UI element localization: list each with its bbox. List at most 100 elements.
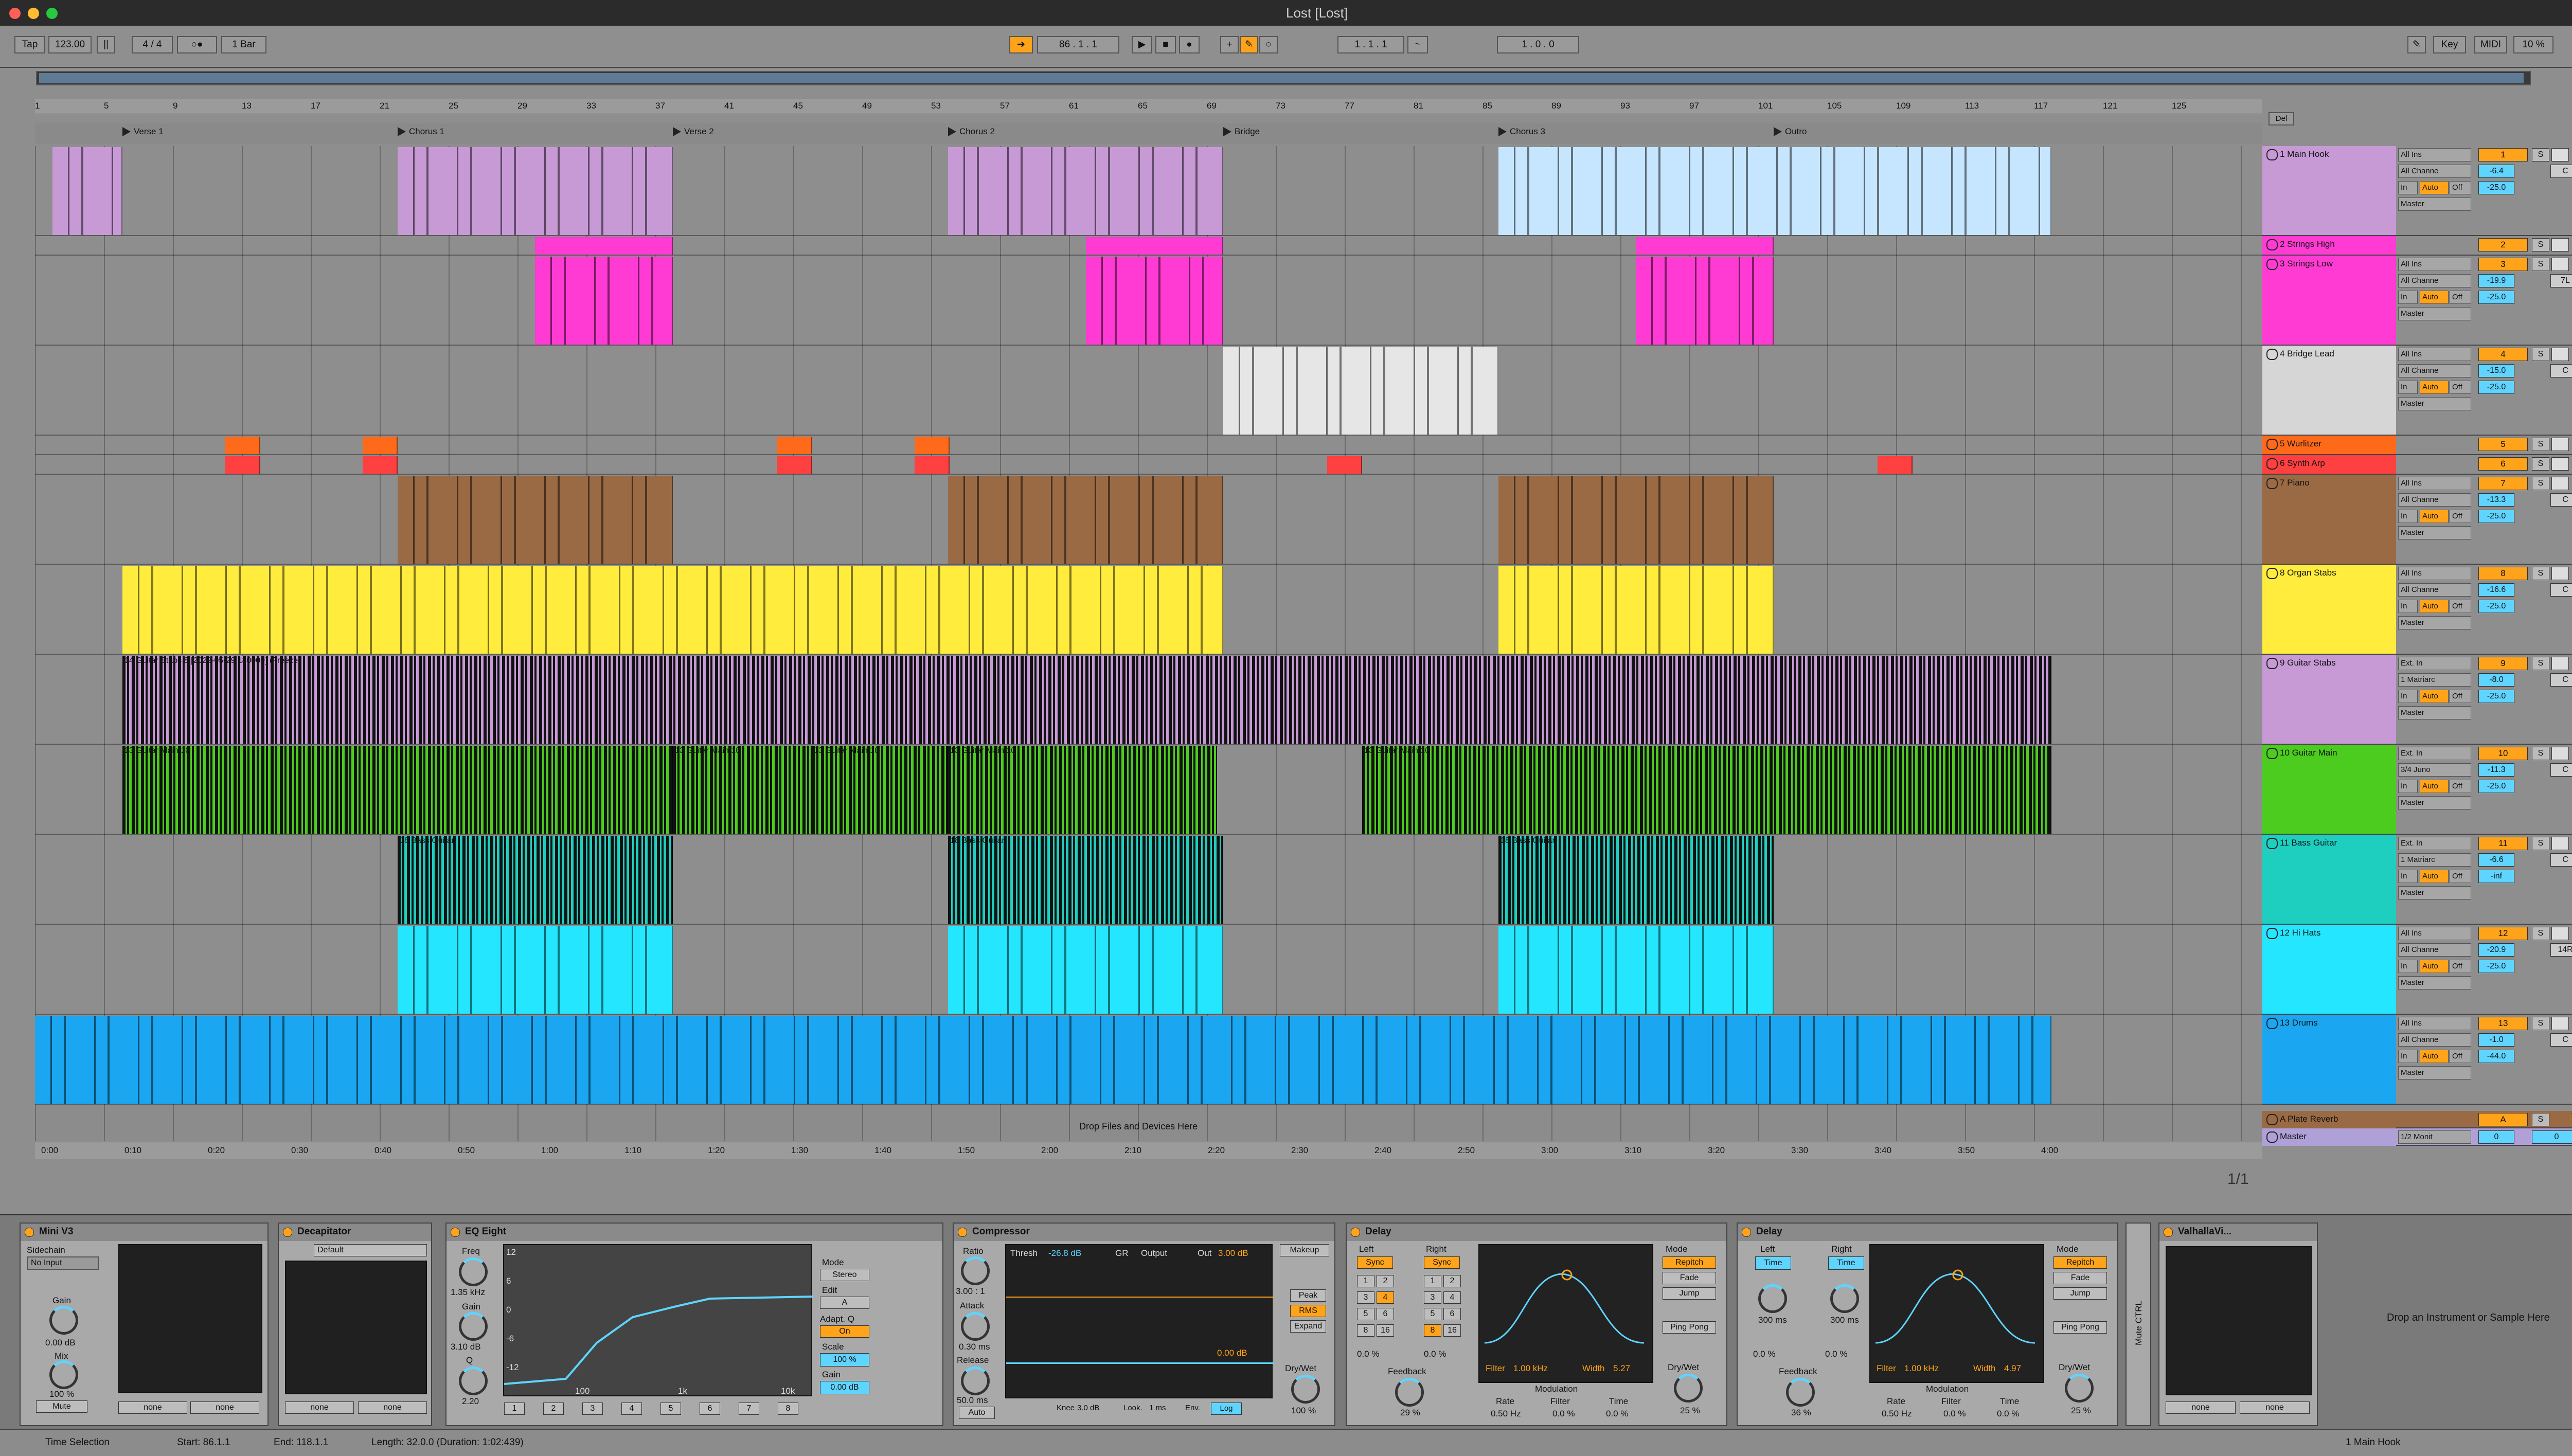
- track-pan[interactable]: C: [2550, 165, 2572, 178]
- nudge-icon[interactable]: ||: [97, 36, 115, 53]
- song-position[interactable]: 86 . 1 . 1: [1037, 36, 1119, 53]
- track-name[interactable]: 10 Guitar Main: [2262, 745, 2396, 834]
- input-channel-select[interactable]: 3/4 Juno: [2398, 763, 2471, 777]
- clip[interactable]: 13 Guitar Main 10: [812, 746, 948, 834]
- send-a-value[interactable]: -44.0: [2478, 1050, 2514, 1063]
- monitor-in[interactable]: In: [2398, 181, 2418, 194]
- output-value[interactable]: 3.00 dB: [1218, 1248, 1248, 1259]
- input-type-select[interactable]: All Ins: [2398, 1017, 2471, 1030]
- input-type-select[interactable]: Ext. In: [2398, 747, 2471, 760]
- tap-button[interactable]: Tap: [14, 36, 45, 53]
- overdub-icon[interactable]: +: [1220, 36, 1239, 53]
- solo-button[interactable]: S: [2532, 1113, 2549, 1126]
- clip[interactable]: [1327, 456, 1362, 474]
- loop-start[interactable]: 1 . 1 . 1: [1337, 36, 1404, 53]
- automation-arm-icon[interactable]: ✎: [1240, 36, 1258, 53]
- lookahead-value[interactable]: 1 ms: [1149, 1404, 1166, 1412]
- threshold-value[interactable]: -26.8 dB: [1048, 1248, 1081, 1259]
- compressor-display[interactable]: Thresh -26.8 dB GR Output Out 3.00 dB 0.…: [1005, 1244, 1274, 1398]
- input-type-select[interactable]: Ext. In: [2398, 657, 2471, 670]
- width-value[interactable]: 5.27: [1613, 1363, 1630, 1374]
- clip[interactable]: [1086, 237, 1223, 255]
- return-activator[interactable]: A: [2478, 1113, 2528, 1126]
- key-map-button[interactable]: Key: [2433, 36, 2466, 53]
- macro-select-1[interactable]: none: [2166, 1401, 2236, 1414]
- follow-icon[interactable]: ➔: [1009, 36, 1033, 53]
- track-lane-4[interactable]: [35, 346, 2262, 436]
- clip[interactable]: 18 Bass Guitar: [398, 836, 673, 924]
- eq-band-1[interactable]: 1: [504, 1403, 525, 1415]
- macro-select-2[interactable]: none: [190, 1401, 259, 1414]
- locator-0[interactable]: Verse 1: [122, 127, 164, 137]
- peak-button[interactable]: Peak: [1290, 1289, 1326, 1302]
- feedback-knob[interactable]: [1395, 1378, 1424, 1407]
- clip[interactable]: [225, 437, 260, 454]
- metronome-button[interactable]: ○●: [177, 36, 217, 53]
- monitor-in[interactable]: In: [2398, 690, 2418, 703]
- clip[interactable]: [35, 1016, 2051, 1104]
- clip[interactable]: [363, 456, 398, 474]
- macro-select-2[interactable]: none: [358, 1401, 427, 1414]
- clip[interactable]: [777, 456, 812, 474]
- loop-icon[interactable]: ~: [1407, 36, 1428, 53]
- arrangement-view[interactable]: 14 Guitar Stabs 8 [2022-05-29 180009] (F…: [35, 146, 2262, 1141]
- clip[interactable]: [1636, 237, 1774, 255]
- send-a-value[interactable]: -25.0: [2478, 181, 2514, 194]
- locator-5[interactable]: Chorus 3: [1498, 127, 1545, 137]
- left-offset[interactable]: 0.0 %: [1357, 1349, 1379, 1359]
- eq-band-5[interactable]: 5: [660, 1403, 681, 1415]
- arm-button[interactable]: [2551, 477, 2569, 490]
- repitch-button[interactable]: Repitch: [1663, 1256, 1716, 1269]
- envelope-value[interactable]: Log: [1211, 1403, 1242, 1415]
- macro-select-1[interactable]: none: [285, 1401, 354, 1414]
- track-name[interactable]: 3 Strings Low: [2262, 256, 2396, 345]
- locator-1[interactable]: Chorus 1: [398, 127, 444, 137]
- sidechain-input[interactable]: No Input: [27, 1256, 99, 1270]
- track-activator[interactable]: 11: [2478, 837, 2528, 850]
- track-activator[interactable]: 1: [2478, 148, 2528, 161]
- solo-button[interactable]: S: [2532, 438, 2549, 451]
- clip[interactable]: [1636, 257, 1774, 345]
- clip[interactable]: 18 Bass Guitar: [948, 836, 1223, 924]
- drywet-knob[interactable]: [1291, 1375, 1320, 1404]
- output-select[interactable]: Master: [2398, 886, 2471, 900]
- send-a-value[interactable]: -25.0: [2478, 510, 2514, 523]
- track-pan[interactable]: 7L: [2550, 274, 2572, 287]
- monitor-in[interactable]: In: [2398, 780, 2418, 793]
- input-channel-select[interactable]: 1 Matriarc: [2398, 853, 2471, 867]
- gain-knob[interactable]: [49, 1306, 78, 1335]
- filter-value[interactable]: 1.00 kHz: [1513, 1363, 1548, 1374]
- output-select[interactable]: Master: [2398, 976, 2471, 990]
- right-offset[interactable]: 0.0 %: [1424, 1349, 1446, 1359]
- eq-band-6[interactable]: 6: [700, 1403, 720, 1415]
- input-channel-select[interactable]: 1 Matriarc: [2398, 673, 2471, 687]
- clip[interactable]: [948, 476, 1223, 564]
- track-pan[interactable]: C: [2550, 493, 2572, 507]
- clip[interactable]: 13 Guitar Main 10: [673, 746, 812, 834]
- locator-3[interactable]: Chorus 2: [948, 127, 995, 137]
- solo-button[interactable]: S: [2532, 238, 2549, 251]
- monitor-off[interactable]: Off: [2450, 291, 2471, 304]
- clip[interactable]: 13 Guitar Main 10: [122, 746, 673, 834]
- q-knob[interactable]: [459, 1367, 488, 1395]
- track-name[interactable]: 7 Piano: [2262, 475, 2396, 564]
- clip[interactable]: [1498, 476, 1774, 564]
- master-name[interactable]: Master: [2262, 1128, 2396, 1146]
- clip[interactable]: 13 Guitar Main 10: [948, 746, 1217, 834]
- master-volume-2[interactable]: 0: [2532, 1130, 2572, 1144]
- track-name[interactable]: 6 Synth Arp: [2262, 455, 2396, 474]
- eq-band-8[interactable]: 8: [778, 1403, 798, 1415]
- quantize-menu[interactable]: 1 Bar: [221, 36, 266, 53]
- track-activator[interactable]: 3: [2478, 258, 2528, 271]
- clip[interactable]: 13 Guitar Main 10: [1362, 746, 2051, 834]
- input-type-select[interactable]: All Ins: [2398, 927, 2471, 940]
- monitor-in[interactable]: In: [2398, 381, 2418, 394]
- eq-band-2[interactable]: 2: [543, 1403, 564, 1415]
- monitor-off[interactable]: Off: [2450, 1050, 2471, 1063]
- right-division[interactable]: 1: [1424, 1275, 1441, 1287]
- arm-button[interactable]: [2551, 927, 2569, 940]
- track-volume[interactable]: -16.6: [2478, 583, 2514, 597]
- clip[interactable]: [1223, 347, 1498, 435]
- send-a-value[interactable]: -25.0: [2478, 291, 2514, 304]
- right-division[interactable]: 5: [1424, 1308, 1441, 1320]
